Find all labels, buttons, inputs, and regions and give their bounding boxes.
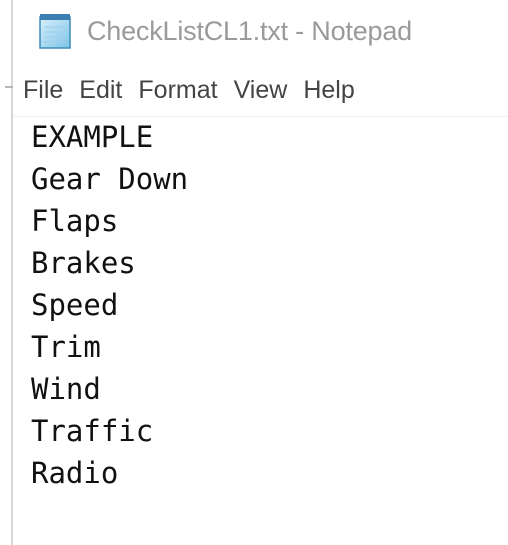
menu-format[interactable]: Format xyxy=(130,68,225,112)
editor-line: Speed xyxy=(31,288,119,322)
menu-divider xyxy=(13,116,508,117)
notepad-window: CheckListCL1.txt - Notepad File Edit For… xyxy=(0,0,508,545)
title-bar[interactable]: CheckListCL1.txt - Notepad xyxy=(13,0,508,62)
editor-line: Brakes xyxy=(31,246,136,280)
editor-line: Traffic xyxy=(31,414,154,448)
editor-line: EXAMPLE xyxy=(31,120,154,154)
editor-line: Trim xyxy=(31,330,101,364)
notepad-icon xyxy=(35,11,75,51)
editor-line: Flaps xyxy=(31,204,119,238)
editor-line: Wind xyxy=(31,372,101,406)
editor-line: Gear Down xyxy=(31,162,189,196)
editor-line: Radio xyxy=(31,456,119,490)
menu-file[interactable]: File xyxy=(13,68,71,112)
menu-bar: File Edit Format View Help xyxy=(13,68,363,112)
menu-edit[interactable]: Edit xyxy=(71,68,130,112)
window-title: CheckListCL1.txt - Notepad xyxy=(87,15,412,46)
text-editor-area[interactable]: EXAMPLE Gear Down Flaps Brakes Speed Tri… xyxy=(13,118,508,545)
menu-help[interactable]: Help xyxy=(295,68,362,112)
menu-view[interactable]: View xyxy=(226,68,296,112)
resize-tick xyxy=(5,86,13,88)
